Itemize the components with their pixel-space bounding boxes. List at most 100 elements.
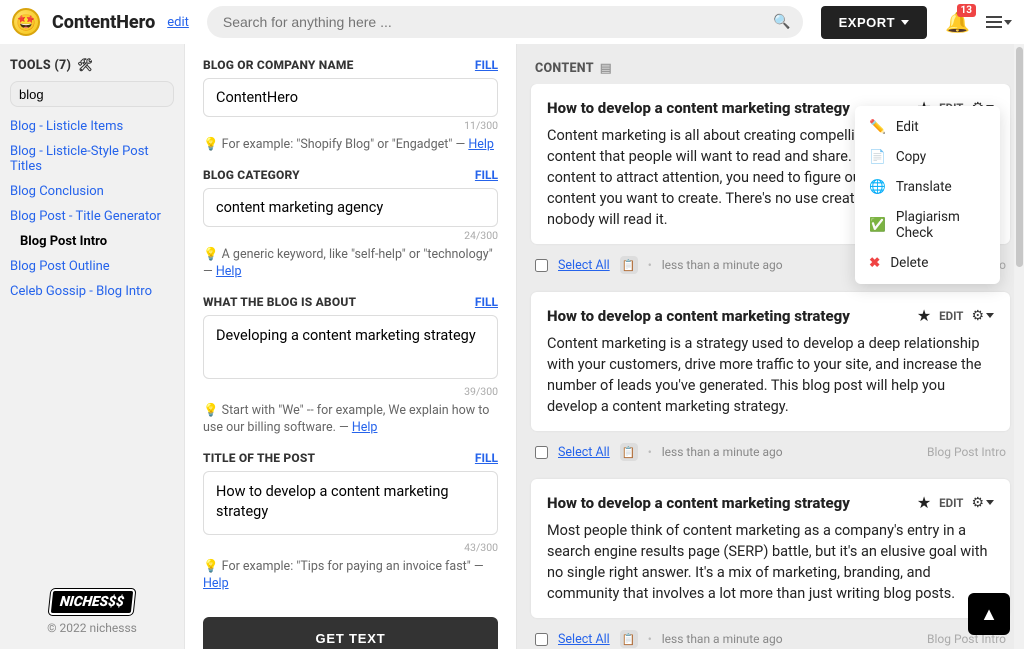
fill-link[interactable]: FILL <box>475 168 498 182</box>
tool-filter-input[interactable] <box>10 81 174 107</box>
select-all-link[interactable]: Select All <box>558 258 610 273</box>
content-card: How to develop a content marketing strat… <box>531 292 1010 431</box>
fill-link[interactable]: FILL <box>475 295 498 309</box>
gear-icon: ⚙ <box>971 308 984 324</box>
edit-icon: ✏️ <box>869 119 886 135</box>
card-timestamp: less than a minute ago <box>662 632 783 646</box>
separator-dot: • <box>648 632 652 646</box>
chevron-down-icon <box>986 313 994 318</box>
select-all-link[interactable]: Select All <box>558 632 610 647</box>
star-icon[interactable]: ★ <box>917 493 931 512</box>
card-body: Most people think of content marketing a… <box>547 520 994 604</box>
sidebar-tool-item[interactable]: Blog Conclusion <box>10 182 174 201</box>
help-link[interactable]: Help <box>352 420 378 435</box>
main-menu-button[interactable] <box>986 16 1012 28</box>
sidebar-tool-item[interactable]: Blog Post Intro <box>10 232 174 251</box>
field-input[interactable] <box>203 78 498 117</box>
card-select-checkbox[interactable] <box>535 633 548 646</box>
field-label: TITLE OF THE POST <box>203 451 315 465</box>
char-count: 24/300 <box>203 229 498 242</box>
clipboard-icon[interactable]: 📋 <box>620 443 638 461</box>
tool-list: Blog - Listicle Items Blog - Listicle-Sty… <box>10 117 174 301</box>
dropdown-item-edit[interactable]: ✏️Edit <box>855 112 1000 142</box>
sidebar-title-text: TOOLS (7) <box>10 58 71 73</box>
clipboard-icon[interactable]: 📋 <box>620 256 638 274</box>
field-input[interactable]: How to develop a content marketing strat… <box>203 471 498 535</box>
sidebar-title: TOOLS (7) 🛠 <box>10 58 174 73</box>
search-input[interactable] <box>207 6 803 38</box>
copyright-text: © 2022 nichesss <box>10 621 174 635</box>
content-header-label: CONTENT <box>535 61 594 76</box>
fill-link[interactable]: FILL <box>475 451 498 465</box>
chevron-up-icon: ▲ <box>980 604 998 625</box>
plagiarism-check-icon: ✅ <box>869 217 886 233</box>
sidebar-tool-item[interactable]: Blog Post - Title Generator <box>10 207 174 226</box>
card-type-label: Blog Post Intro <box>927 445 1006 459</box>
help-link[interactable]: Help <box>203 576 229 591</box>
card-title: How to develop a content marketing strat… <box>547 494 909 512</box>
dropdown-item-translate[interactable]: 🌐Translate <box>855 172 1000 202</box>
dropdown-item-label: Delete <box>890 255 928 271</box>
form-field-group: BLOG OR COMPANY NAMEFILL11/300💡 For exam… <box>203 58 498 154</box>
field-label: BLOG CATEGORY <box>203 168 300 182</box>
sidebar-tool-item[interactable]: Blog - Listicle-Style Post Titles <box>10 142 174 176</box>
fill-link[interactable]: FILL <box>475 58 498 72</box>
field-label-row: WHAT THE BLOG IS ABOUTFILL <box>203 295 498 309</box>
separator-dot: • <box>648 445 652 459</box>
sidebar-tool-item[interactable]: Blog - Listicle Items <box>10 117 174 136</box>
card-settings-button[interactable]: ⚙ <box>971 308 994 324</box>
card-title-row: How to develop a content marketing strat… <box>547 493 994 512</box>
edit-brand-link[interactable]: edit <box>167 15 189 30</box>
export-button[interactable]: EXPORT <box>821 6 927 39</box>
document-icon: ▤ <box>600 60 612 76</box>
tools-icon: 🛠 <box>77 58 93 73</box>
help-link[interactable]: Help <box>468 137 494 152</box>
field-label-row: BLOG CATEGORY FILL <box>203 168 498 182</box>
get-text-button[interactable]: GET TEXT <box>203 617 498 649</box>
chevron-down-icon <box>1004 20 1012 25</box>
clipboard-icon[interactable]: 📋 <box>620 630 638 648</box>
form-field-group: WHAT THE BLOG IS ABOUTFILL Developing a c… <box>203 295 498 437</box>
content-header: CONTENT ▤ <box>517 44 1024 84</box>
notifications-button[interactable]: 🔔 13 <box>945 10 970 34</box>
nichesss-logo: NICHES$$ <box>49 589 136 615</box>
copy-icon: 📄 <box>869 149 886 165</box>
scroll-top-button[interactable]: ▲ <box>968 593 1010 635</box>
card-edit-link[interactable]: EDIT <box>939 309 963 323</box>
card-settings-button[interactable]: ⚙ <box>971 495 994 511</box>
header: 🤩 ContentHero edit 🔍 EXPORT 🔔 13 <box>0 0 1024 44</box>
field-label-row: TITLE OF THE POST FILL <box>203 451 498 465</box>
card-select-checkbox[interactable] <box>535 446 548 459</box>
separator-dot: • <box>648 258 652 272</box>
field-label: BLOG OR COMPANY NAME <box>203 58 354 72</box>
card-title-row: How to develop a content marketing strat… <box>547 306 994 325</box>
search-icon[interactable]: 🔍 <box>773 14 790 30</box>
card-body: Content marketing is a strategy used to … <box>547 333 994 417</box>
select-all-link[interactable]: Select All <box>558 445 610 460</box>
page-scrollbar[interactable] <box>1014 44 1024 649</box>
star-icon[interactable]: ★ <box>917 306 931 325</box>
field-input[interactable]: Developing a content marketing strategy <box>203 315 498 379</box>
logo-icon: 🤩 <box>12 8 40 36</box>
dropdown-item-copy[interactable]: 📄Copy <box>855 142 1000 172</box>
card-meta-row: Select All📋•less than a minute agoBlog P… <box>531 622 1010 649</box>
field-input[interactable] <box>203 188 498 227</box>
dropdown-item-label: Translate <box>896 179 952 195</box>
scrollbar-thumb[interactable] <box>1016 47 1023 267</box>
delete-icon: ✖ <box>869 255 880 271</box>
dropdown-item-delete[interactable]: ✖ Delete <box>855 248 1000 278</box>
sidebar-tool-item[interactable]: Celeb Gossip - Blog Intro <box>10 282 174 301</box>
card-meta-row: Select All📋•less than a minute agoBlog P… <box>531 435 1010 479</box>
card-edit-link[interactable]: EDIT <box>939 496 963 510</box>
char-count: 39/300 <box>203 385 498 398</box>
sidebar: TOOLS (7) 🛠 Blog - Listicle ItemsBlog - … <box>0 44 185 649</box>
card-timestamp: less than a minute ago <box>662 258 783 272</box>
sidebar-tool-item[interactable]: Blog Post Outline <box>10 257 174 276</box>
field-hint: 💡 A generic keyword, like "self-help" or… <box>203 246 498 281</box>
field-hint: 💡 For example: "Shopify Blog" or "Engadg… <box>203 136 498 154</box>
form-field-group: BLOG CATEGORY FILL 24/300 💡 A generic keywo… <box>203 168 498 281</box>
card-actions-dropdown: ✏️Edit📄Copy🌐Translate✅Plagiarism Check ✖ D… <box>855 106 1000 284</box>
dropdown-item-plagiarism-check[interactable]: ✅Plagiarism Check <box>855 202 1000 248</box>
help-link[interactable]: Help <box>216 264 242 279</box>
card-select-checkbox[interactable] <box>535 259 548 272</box>
